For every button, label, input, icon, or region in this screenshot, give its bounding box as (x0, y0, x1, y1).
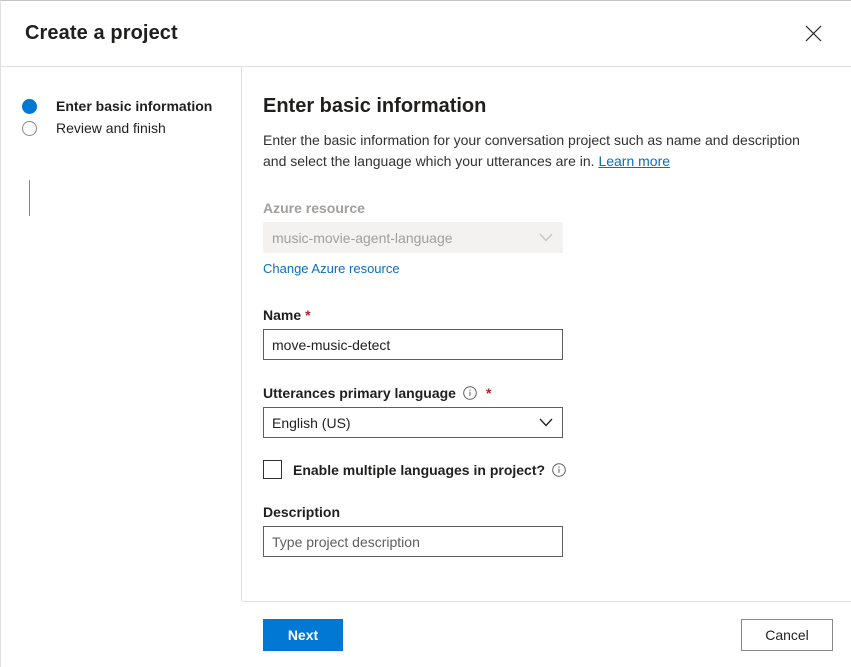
page-title: Enter basic information (263, 93, 827, 119)
page-description-text: Enter the basic information for your con… (263, 132, 800, 169)
content-pane: Enter basic information Enter the basic … (242, 67, 851, 601)
sidebar-item-enter-basic-information[interactable]: Enter basic information (1, 95, 241, 117)
step-label-enter-basic-information: Enter basic information (56, 98, 212, 114)
step-marker-active-icon (22, 99, 37, 114)
utterances-language-select[interactable]: English (US) (263, 407, 563, 438)
utterances-language-label-text: Utterances primary language (263, 384, 456, 402)
chevron-down-icon (539, 233, 553, 242)
field-description: Description (263, 503, 827, 557)
step-connector-line (29, 180, 30, 216)
enable-multiple-languages-checkbox[interactable] (263, 460, 282, 479)
enable-multiple-languages-row[interactable]: Enable multiple languages in project? (263, 460, 827, 479)
dialog-title: Create a project (25, 22, 178, 45)
field-azure-resource: Azure resource music-movie-agent-languag… (263, 199, 827, 278)
description-label: Description (263, 503, 827, 521)
cancel-button[interactable]: Cancel (741, 619, 833, 651)
next-button[interactable]: Next (263, 619, 343, 651)
name-label-text: Name (263, 306, 301, 324)
dialog-body: Enter basic information Review and finis… (1, 67, 851, 601)
description-input[interactable] (263, 526, 563, 557)
wizard-steps: Enter basic information Review and finis… (1, 67, 242, 601)
dialog-header: Create a project (1, 1, 851, 67)
dialog-footer: Next Cancel (242, 601, 851, 667)
chevron-down-icon (539, 418, 553, 427)
step-label-review-and-finish: Review and finish (56, 120, 166, 136)
azure-resource-label: Azure resource (263, 199, 827, 217)
change-azure-resource-link[interactable]: Change Azure resource (263, 261, 400, 276)
utterances-language-label: Utterances primary language * (263, 384, 827, 402)
create-project-dialog: Create a project Enter basic information… (0, 0, 851, 667)
utterances-language-required-marker: * (486, 386, 491, 400)
field-name: Name * (263, 306, 827, 360)
azure-resource-select: music-movie-agent-language (263, 222, 563, 253)
utterances-language-value: English (US) (272, 415, 351, 431)
azure-resource-value: music-movie-agent-language (272, 230, 453, 246)
name-required-marker: * (305, 308, 310, 322)
sidebar-item-review-and-finish[interactable]: Review and finish (1, 117, 241, 139)
step-marker-inactive-icon (22, 121, 37, 136)
close-icon[interactable] (797, 18, 829, 50)
project-form: Azure resource music-movie-agent-languag… (263, 199, 827, 557)
page-description: Enter the basic information for your con… (263, 130, 827, 172)
name-input[interactable] (263, 329, 563, 360)
field-utterances-primary-language: Utterances primary language * English (U… (263, 384, 827, 438)
enable-multiple-languages-label: Enable multiple languages in project? (293, 462, 545, 478)
learn-more-link[interactable]: Learn more (598, 153, 670, 169)
name-label: Name * (263, 306, 827, 324)
info-icon[interactable] (463, 386, 477, 400)
info-icon[interactable] (552, 463, 566, 477)
